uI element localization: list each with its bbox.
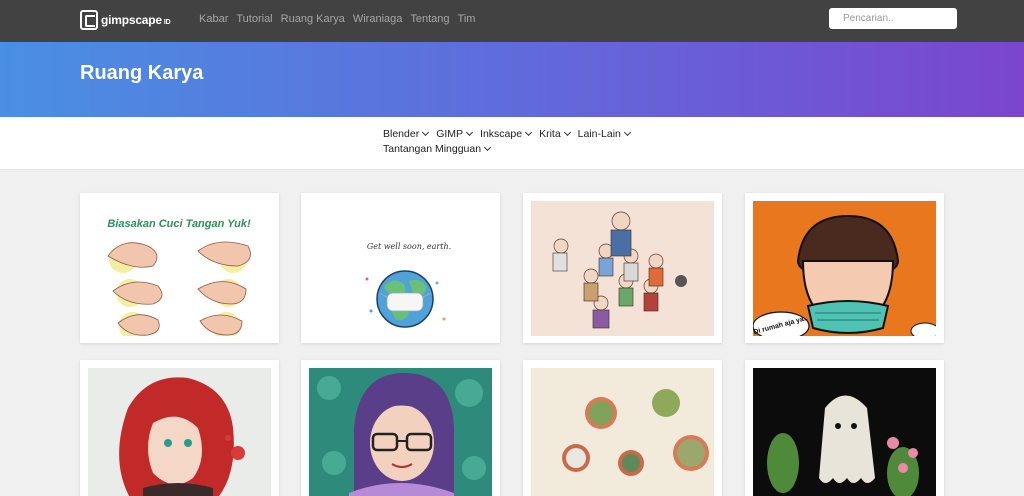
category-inkscape[interactable]: Inkscape — [480, 128, 533, 141]
chevron-down-icon — [484, 143, 492, 152]
page-title: Ruang Karya — [80, 62, 204, 84]
gallery-card-earth[interactable]: Get well soon, earth. — [301, 193, 500, 343]
earth-artwork: Get well soon, earth. — [309, 201, 492, 336]
gallery-card-portrait[interactable] — [301, 360, 500, 496]
logo-text: gimpscape ID — [101, 13, 171, 27]
nav-tentang[interactable]: Tentang — [410, 12, 449, 26]
category-blender[interactable]: Blender — [383, 128, 430, 141]
chevron-down-icon — [422, 128, 430, 137]
search-input[interactable] — [829, 8, 957, 29]
hero-banner: Ruang Karya — [0, 42, 1024, 117]
nav-ruang-karya[interactable]: Ruang Karya — [281, 12, 345, 26]
mask-boy-artwork: Di rumah aja ya.. — [753, 201, 936, 336]
site-logo[interactable]: gimpscape ID — [80, 9, 171, 31]
category-tantangan-mingguan[interactable]: Tantangan Mingguan — [383, 143, 492, 156]
chevron-down-icon — [623, 128, 631, 137]
top-navbar: gimpscape ID Kabar Tutorial Ruang Karya W… — [0, 0, 1024, 42]
gallery-card-mask-boy[interactable]: Di rumah aja ya.. — [745, 193, 944, 343]
gallery-card-succulents[interactable] — [523, 360, 722, 496]
category-krita[interactable]: Krita — [539, 128, 571, 141]
crowd-artwork — [531, 201, 714, 336]
main-nav: Kabar Tutorial Ruang Karya Wiraniaga Ten… — [199, 12, 483, 26]
category-bar: Blender GIMP Inkscape Krita Lain-Lain Ta… — [0, 117, 1024, 170]
nav-tim[interactable]: Tim — [458, 12, 476, 26]
gallery-card-handwash[interactable]: Biasakan Cuci Tangan Yuk! — [80, 193, 279, 343]
gallery-card-crowd[interactable] — [523, 193, 722, 343]
category-gimp[interactable]: GIMP — [436, 128, 474, 141]
succulents-artwork — [531, 368, 714, 496]
nav-wiraniaga[interactable]: Wiraniaga — [353, 12, 403, 26]
chevron-down-icon — [466, 128, 474, 137]
redhair-artwork — [88, 368, 271, 496]
chevron-down-icon — [563, 128, 571, 137]
gallery-card-redhair[interactable] — [80, 360, 279, 496]
logo-icon — [80, 10, 98, 30]
handwash-artwork: Biasakan Cuci Tangan Yuk! — [88, 201, 271, 336]
ghost-artwork — [753, 368, 936, 496]
nav-tutorial[interactable]: Tutorial — [236, 12, 272, 26]
earth-caption: Get well soon, earth. — [367, 242, 451, 251]
nav-kabar[interactable]: Kabar — [199, 12, 228, 26]
chevron-down-icon — [525, 128, 533, 137]
category-lain-lain[interactable]: Lain-Lain — [578, 128, 631, 141]
category-list: Blender GIMP Inkscape Krita Lain-Lain Ta… — [383, 128, 663, 156]
handwash-heading: Biasakan Cuci Tangan Yuk! — [107, 218, 251, 230]
portrait-artwork — [309, 368, 492, 496]
gallery-card-ghost[interactable] — [745, 360, 944, 496]
